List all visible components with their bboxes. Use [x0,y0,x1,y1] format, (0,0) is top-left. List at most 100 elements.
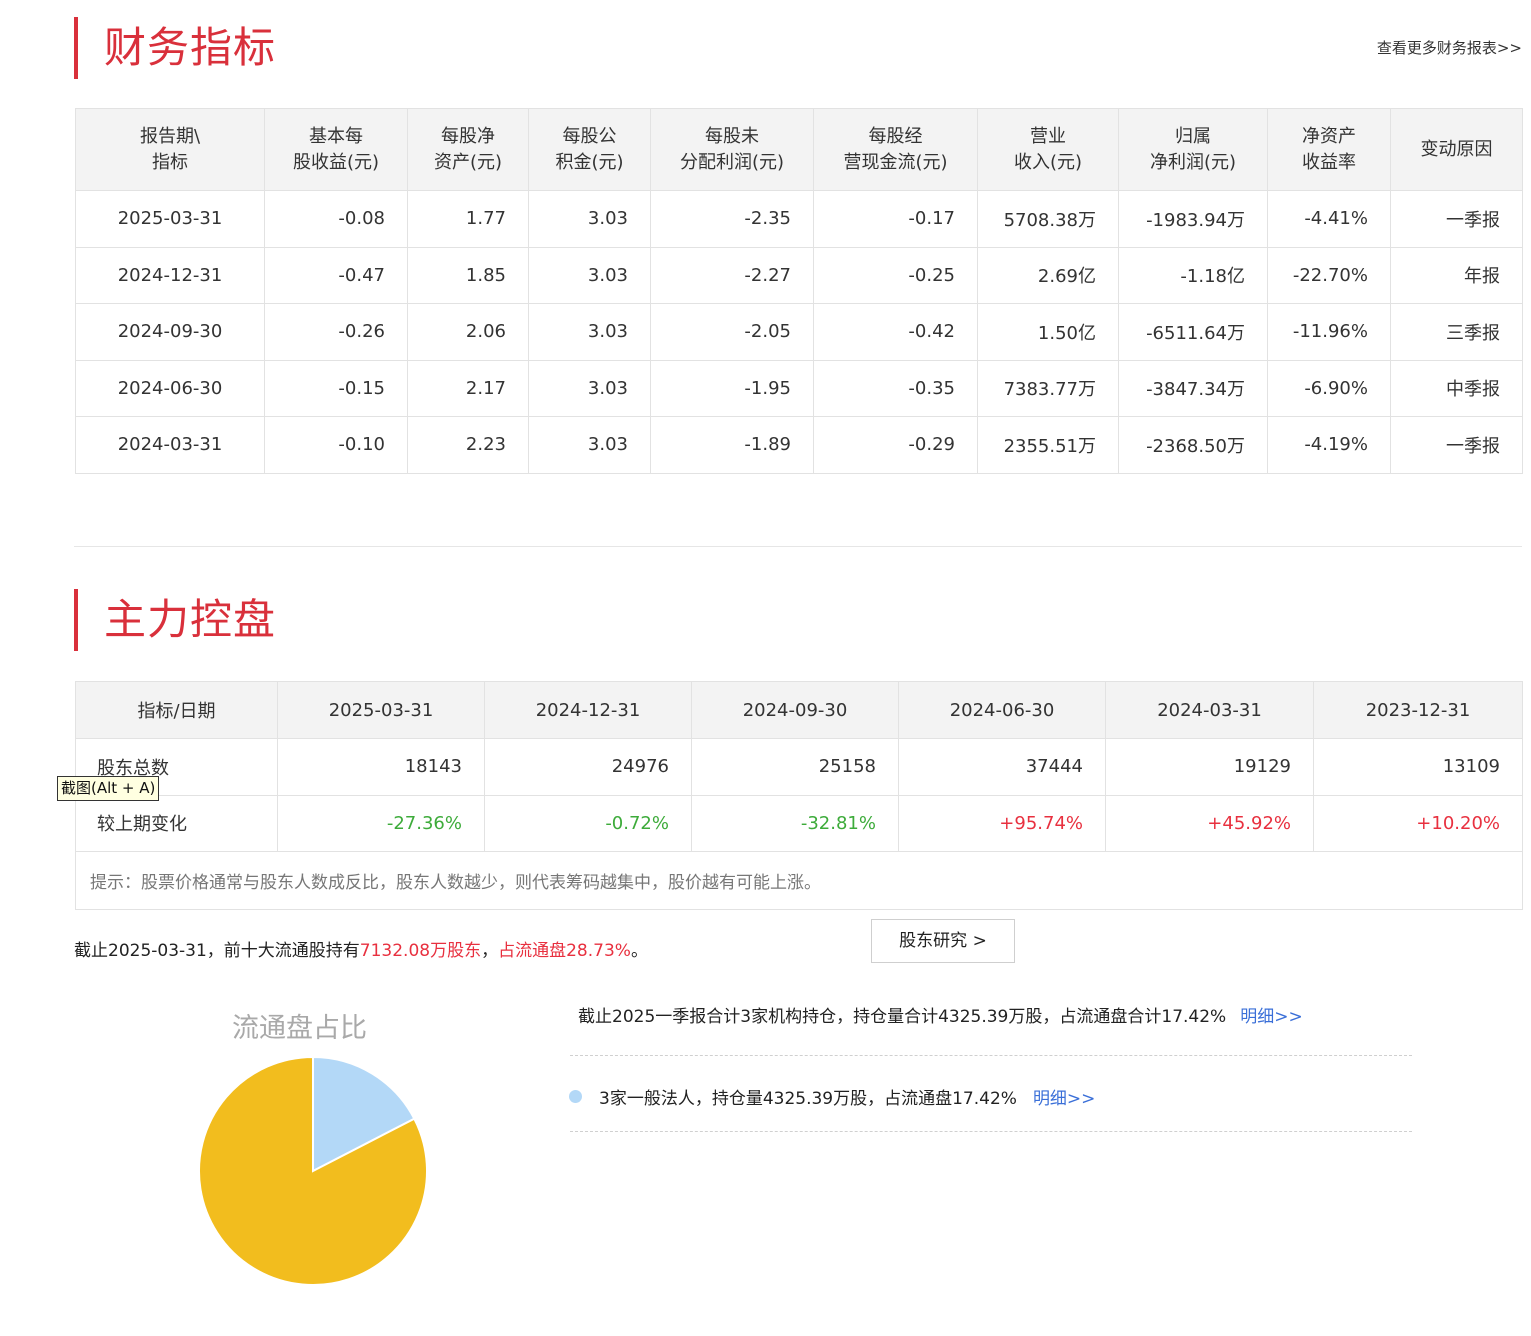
holders-count: 24976 [484,738,692,796]
cell-roe: -4.19% [1267,416,1391,474]
cell-bvps: 1.85 [407,246,529,304]
cell-undistributed-profit: -2.35 [650,190,814,248]
top-holders-summary: 截止2025-03-31，前十大流通股持有7132.08万股东，占流通盘28.7… [74,936,648,961]
cell-capital-reserve: 3.03 [528,416,651,474]
holders-change: +10.20% [1313,794,1523,852]
cell-operating-cashflow: -0.25 [813,246,978,304]
cell-change-reason: 年报 [1390,246,1523,304]
table-row: 2024-06-30 -0.15 2.17 3.03 -1.95 -0.35 7… [75,359,1523,417]
holders-change: +95.74% [898,794,1106,852]
cell-net-profit: -6511.64万 [1118,303,1268,361]
dashed-divider [570,1131,1412,1132]
screenshot-tooltip: 截图(Alt + A) [57,776,160,801]
header-date: 2024-12-31 [484,681,692,739]
cell-capital-reserve: 3.03 [528,190,651,248]
cell-eps: -0.26 [264,303,408,361]
holders-change: -0.72% [484,794,692,852]
cell-undistributed-profit: -2.05 [650,303,814,361]
cell-period: 2025-03-31 [75,190,265,248]
control-section-header: 主力控盘 [74,589,1522,651]
cell-operating-cashflow: -0.42 [813,303,978,361]
change-label: 较上期变化 [75,794,278,852]
cell-period: 2024-09-30 [75,303,265,361]
cell-operating-cashflow: -0.17 [813,190,978,248]
dashed-divider [570,1055,1412,1056]
cell-period: 2024-03-31 [75,416,265,474]
cell-undistributed-profit: -2.27 [650,246,814,304]
holders-count: 13109 [1313,738,1523,796]
cell-undistributed-profit: -1.95 [650,359,814,417]
holders-change: -27.36% [277,794,485,852]
header-date: 2023-12-31 [1313,681,1523,739]
holders-count: 19129 [1105,738,1314,796]
cell-revenue: 5708.38万 [977,190,1119,248]
cell-operating-cashflow: -0.35 [813,359,978,417]
table-row: 2025-03-31 -0.08 1.77 3.03 -2.35 -0.17 5… [75,190,1523,248]
control-header-row: 指标/日期 2025-03-31 2024-12-31 2024-09-30 2… [75,681,1523,739]
more-reports-link[interactable]: 查看更多财务报表>> [1377,37,1522,58]
holders-count: 37444 [898,738,1106,796]
holders-count: 25158 [691,738,899,796]
header-undistributed-profit: 每股未 分配利润(元) [650,108,814,191]
cell-revenue: 2355.51万 [977,416,1119,474]
cell-bvps: 2.17 [407,359,529,417]
header-date: 2025-03-31 [277,681,485,739]
cell-change-reason: 一季报 [1390,190,1523,248]
cell-eps: -0.08 [264,190,408,248]
cell-roe: -22.70% [1267,246,1391,304]
table-row: 2024-03-31 -0.10 2.23 3.03 -1.89 -0.29 2… [75,416,1523,474]
table-row: 2024-12-31 -0.47 1.85 3.03 -2.27 -0.25 2… [75,246,1523,304]
cell-roe: -6.90% [1267,359,1391,417]
legend-dot-icon [569,1090,582,1103]
cell-eps: -0.15 [264,359,408,417]
header-indicator-date: 指标/日期 [75,681,278,739]
cell-change-reason: 中季报 [1390,359,1523,417]
institution-item-text: 3家一般法人，持仓量4325.39万股，占流通盘17.42% [599,1089,1017,1109]
header-net-profit: 归属 净利润(元) [1118,108,1268,191]
cell-bvps: 2.06 [407,303,529,361]
cell-net-profit: -2368.50万 [1118,416,1268,474]
cell-net-profit: -3847.34万 [1118,359,1268,417]
header-revenue: 营业 收入(元) [977,108,1119,191]
header-date: 2024-03-31 [1105,681,1314,739]
summary-suffix: 。 [630,941,648,961]
cell-eps: -0.47 [264,246,408,304]
header-date: 2024-09-30 [691,681,899,739]
holders-row: 股东总数 18143 24976 25158 37444 19129 13109 [75,738,1523,796]
finance-header-row: 报告期\ 指标 基本每 股收益(元) 每股净 资产(元) 每股公 积金(元) 每股未 分配… [75,108,1523,191]
header-roe: 净资产 收益率 [1267,108,1391,191]
summary-ratio: 占流通盘28.73% [498,941,631,961]
cell-bvps: 2.23 [407,416,529,474]
header-capital-reserve: 每股公 积金(元) [528,108,651,191]
header-report-period: 报告期\ 指标 [75,108,265,191]
section-accent-bar [74,17,78,79]
table-row: 2024-09-30 -0.26 2.06 3.03 -2.05 -0.42 1… [75,303,1523,361]
cell-undistributed-profit: -1.89 [650,416,814,474]
holders-count: 18143 [277,738,485,796]
shareholder-research-button[interactable]: 股东研究 > [871,919,1015,963]
cell-bvps: 1.77 [407,190,529,248]
holders-change: +45.92% [1105,794,1314,852]
cell-period: 2024-12-31 [75,246,265,304]
institution-item-detail-link[interactable]: 明细>> [1033,1089,1096,1109]
cell-operating-cashflow: -0.29 [813,416,978,474]
cell-net-profit: -1.18亿 [1118,246,1268,304]
institution-item: 3家一般法人，持仓量4325.39万股，占流通盘17.42% 明细>> [569,1084,1095,1109]
tip-row: 提示：股票价格通常与股东人数成反比，股东人数越少，则代表筹码越集中，股价越有可能… [75,851,1523,910]
float-share-pie-chart [198,1055,428,1286]
finance-table: 报告期\ 指标 基本每 股收益(元) 每股净 资产(元) 每股公 积金(元) 每股未 分配… [75,108,1523,474]
section-accent-bar [74,589,78,651]
header-operating-cashflow: 每股经 营现金流(元) [813,108,978,191]
cell-period: 2024-06-30 [75,359,265,417]
header-eps: 基本每 股收益(元) [264,108,408,191]
header-change-reason: 变动原因 [1390,108,1523,191]
cell-change-reason: 一季报 [1390,416,1523,474]
cell-roe: -4.41% [1267,190,1391,248]
tip-text: 提示：股票价格通常与股东人数成反比，股东人数越少，则代表筹码越集中，股价越有可能… [75,851,1523,910]
institution-detail-link[interactable]: 明细>> [1240,1007,1303,1027]
cell-change-reason: 三季报 [1390,303,1523,361]
finance-section-header: 财务指标 查看更多财务报表>> [74,17,1522,79]
cell-capital-reserve: 3.03 [528,246,651,304]
section-divider [74,546,1522,547]
cell-capital-reserve: 3.03 [528,303,651,361]
